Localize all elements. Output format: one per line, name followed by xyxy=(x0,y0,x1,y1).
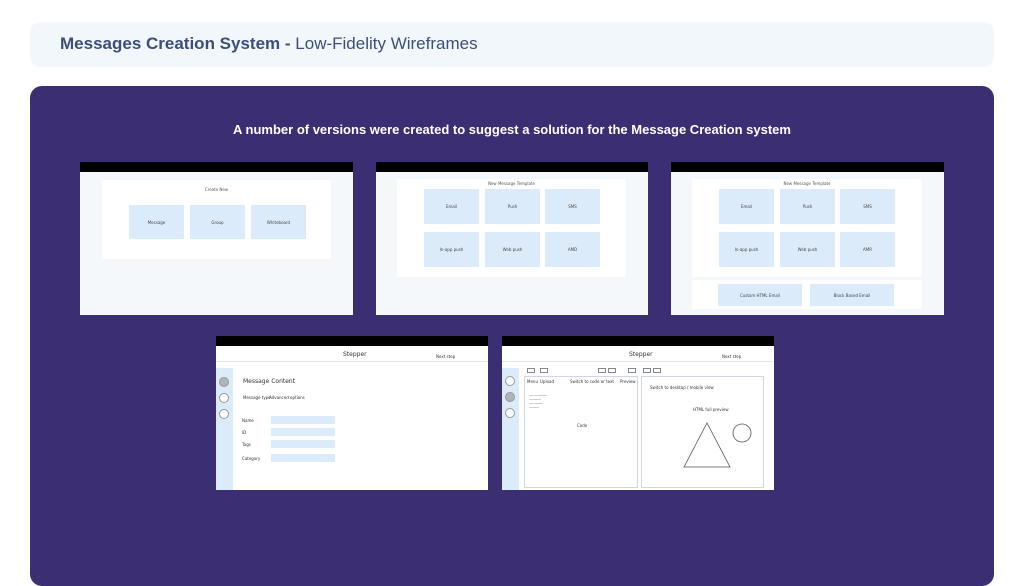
code-label: Code xyxy=(577,423,588,428)
stepper-label: Stepper xyxy=(343,351,367,358)
header-bar: Messages Creation System - Low-Fidelity … xyxy=(30,22,994,67)
tile-sms: SMS xyxy=(840,189,895,224)
message-type-tab: Message type xyxy=(243,395,271,400)
next-step-label: Next step xyxy=(436,354,456,359)
tile-amr: AMR xyxy=(840,232,895,267)
wireframe-top-bar xyxy=(216,336,488,346)
tile-in-app-push: In-app push xyxy=(719,232,774,267)
field-label-id: ID xyxy=(242,430,247,435)
field-name-input xyxy=(271,416,335,424)
tile-email: Email xyxy=(424,189,479,224)
field-id-input xyxy=(271,428,335,436)
field-label-tags: Tags xyxy=(242,442,251,447)
tile-push: Push xyxy=(780,189,835,224)
stepper-label: Stepper xyxy=(629,351,653,358)
field-label-name: Name xyxy=(242,418,254,423)
wireframes-panel: A number of versions were created to sug… xyxy=(30,86,994,586)
wireframe-top-bar xyxy=(376,162,648,172)
field-label-category: Category xyxy=(242,456,261,461)
tile-sms: SMS xyxy=(545,189,600,224)
toolbar-box xyxy=(598,368,606,373)
wireframe-top-bar xyxy=(502,336,774,346)
tile-email: Email xyxy=(719,189,774,224)
code-line xyxy=(529,403,543,404)
toolbar-box xyxy=(643,368,651,373)
tile-web-push: Web push xyxy=(780,232,835,267)
step-circle xyxy=(505,408,515,418)
tile-in-app-push: In-app push xyxy=(424,232,479,267)
wireframe-top-bar xyxy=(671,162,944,172)
message-content-heading: Message Content xyxy=(243,378,296,385)
wireframe-title: Create New xyxy=(204,187,229,192)
page-title-bold: Messages Creation System - xyxy=(60,34,291,53)
next-step-label: Next step xyxy=(722,354,742,359)
page-title: Messages Creation System - Low-Fidelity … xyxy=(60,34,478,54)
wireframe-new-message-template-extended: New Message Template Email Push SMS In-a… xyxy=(671,162,944,315)
tile-web-push: Web push xyxy=(485,232,540,267)
stepper-rail xyxy=(502,368,519,490)
step-circle xyxy=(219,393,229,403)
wireframe-new-message-template: New Message Template Email Push SMS In-a… xyxy=(376,162,648,315)
toolbar-box xyxy=(653,368,661,373)
code-line xyxy=(529,399,541,400)
field-category-input xyxy=(271,454,335,462)
wireframe-card-email-types: Custom HTML Email Block Based Email xyxy=(692,280,922,309)
html-preview-label: HTML full preview xyxy=(693,407,729,412)
wireframe-editor: Stepper Next step Menu Upload Switch to … xyxy=(502,336,774,490)
tile-block-based-email: Block Based Email xyxy=(810,284,894,306)
page-title-light: Low-Fidelity Wireframes xyxy=(295,34,478,53)
code-line xyxy=(529,395,547,396)
toolbar-box xyxy=(540,368,548,373)
step-circle-active xyxy=(219,377,229,387)
step-circle-active xyxy=(505,392,515,402)
triangle-shape xyxy=(683,422,731,468)
wireframe-card: New Message Template Email Push SMS In-a… xyxy=(692,179,922,277)
toolbar-box xyxy=(527,368,535,373)
tile-message: Message xyxy=(129,205,184,239)
wireframe-message-content: Stepper Next step Message Content Messag… xyxy=(216,336,488,490)
circle-shape xyxy=(732,423,752,443)
step-circle xyxy=(505,376,515,386)
panel-caption: A number of versions were created to sug… xyxy=(233,122,791,137)
preview-shapes xyxy=(683,422,752,468)
advanced-options-tab: Advanced options xyxy=(269,395,305,400)
wireframe-card: Create New Message Group Whiteboard xyxy=(102,180,331,259)
tile-whiteboard: Whiteboard xyxy=(251,205,306,239)
divider xyxy=(502,361,774,362)
field-tags-input xyxy=(271,440,335,448)
tile-push: Push xyxy=(485,189,540,224)
divider xyxy=(216,361,488,362)
wireframe-title: New Message Template xyxy=(783,181,831,186)
tile-custom-html-email: Custom HTML Email xyxy=(718,284,802,306)
toolbar-box xyxy=(608,368,616,373)
toolbar-box xyxy=(628,368,636,373)
wireframe-card: New Message Template Email Push SMS In-a… xyxy=(397,179,626,277)
wireframe-title: New Message Template xyxy=(487,181,536,186)
code-editor-pane: Code xyxy=(524,376,638,488)
code-line xyxy=(529,407,539,408)
step-circle xyxy=(219,409,229,419)
preview-pane: HTML full preview xyxy=(641,376,764,488)
wireframe-create-new: Create New Message Group Whiteboard xyxy=(80,162,353,315)
wireframe-top-bar xyxy=(80,162,353,172)
tile-group: Group xyxy=(190,205,245,239)
tile-amd: AMD xyxy=(545,232,600,267)
